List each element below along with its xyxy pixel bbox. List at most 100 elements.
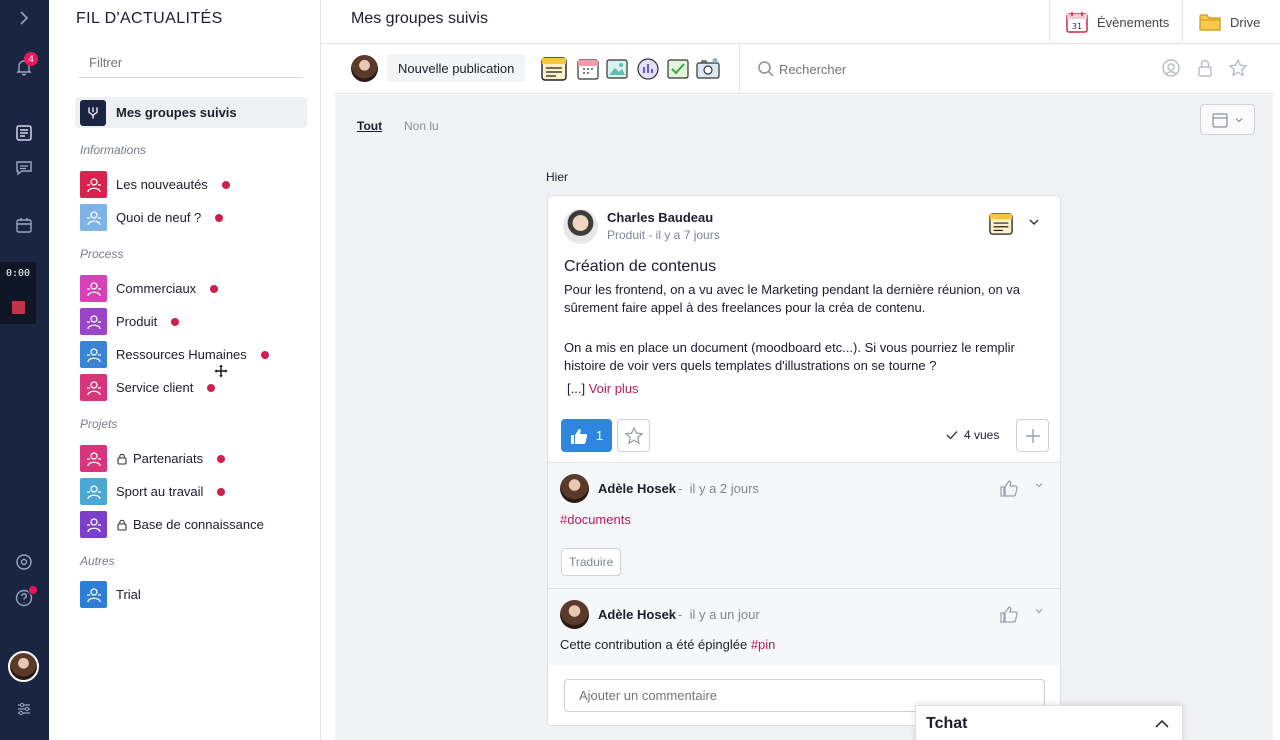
comment-author[interactable]: Adèle Hosek <box>598 481 676 496</box>
sidebar-group-item[interactable]: Trial <box>80 581 141 608</box>
sidebar-group-item[interactable]: Les nouveautés <box>80 171 230 198</box>
user-avatar[interactable] <box>8 651 39 682</box>
comment-author-avatar[interactable] <box>560 474 589 503</box>
comment-date: - il y a un jour <box>678 607 760 622</box>
sidebar-group-item[interactable]: Service client <box>80 374 216 401</box>
comment-text: #documents <box>560 512 631 527</box>
chevron-up-icon[interactable] <box>1154 716 1170 732</box>
post-options-chevron-icon[interactable] <box>1028 216 1040 228</box>
translate-button[interactable]: Traduire <box>561 548 622 576</box>
drive-button[interactable]: Drive <box>1182 0 1280 44</box>
sidebar-group-item[interactable]: Base de connaissance <box>80 511 264 538</box>
comment-text-body: Cette contribution a été épinglée <box>560 637 751 652</box>
sidebar-group-item[interactable]: Commerciaux <box>80 275 219 302</box>
task-post-icon[interactable] <box>666 57 690 81</box>
group-icon <box>80 171 107 198</box>
sidebar-item-label: Ressources Humaines <box>116 347 247 362</box>
sidebar-item-label: Service client <box>116 380 194 395</box>
timer-value: 0:00 <box>5 268 31 279</box>
group-icon <box>80 204 107 231</box>
see-more-link[interactable]: Voir plus <box>589 381 639 396</box>
unread-dot <box>207 383 216 392</box>
star-icon <box>623 425 644 444</box>
calendar-icon <box>1211 112 1228 128</box>
sliders-icon[interactable] <box>12 697 36 721</box>
search-input[interactable] <box>779 56 1079 82</box>
post-meta: Produit - il y a 7 jours <box>607 228 720 242</box>
media-post-icon[interactable] <box>696 57 720 81</box>
folder-icon <box>1199 14 1221 31</box>
settings-gear-icon[interactable] <box>1161 58 1181 78</box>
thumbs-up-icon <box>570 428 587 444</box>
post-author[interactable]: Charles Baudeau <box>607 210 713 225</box>
page-title: Mes groupes suivis <box>351 10 488 27</box>
sidebar-group-item[interactable]: Sport au travail <box>80 478 226 505</box>
chevron-down-icon[interactable] <box>1034 606 1044 616</box>
sidebar-item-label: Commerciaux <box>116 281 197 296</box>
search-icon <box>758 61 774 77</box>
timer-widget[interactable]: 0:00 <box>0 262 36 324</box>
calendar-31-icon: 31 <box>1066 12 1088 33</box>
post-toolbar: Nouvelle publication <box>335 44 1273 94</box>
sidebar-item-label: Produit <box>116 314 158 329</box>
post-author-avatar[interactable] <box>563 209 598 244</box>
article-post-icon[interactable] <box>541 56 567 82</box>
sidebar-group-item[interactable]: Produit <box>80 308 180 335</box>
comment-author[interactable]: Adèle Hosek <box>598 607 676 622</box>
sidebar-group-item[interactable]: Ressources Humaines <box>80 341 269 368</box>
sidebar-section-label: Autres <box>80 554 115 568</box>
tab-unread[interactable]: Non lu <box>404 119 439 133</box>
feed-sidebar: FIL D'ACTUALITÉS Mes groupes suivis Info… <box>49 0 321 740</box>
chevron-down-icon[interactable] <box>1034 480 1044 490</box>
hashtag-link[interactable]: #documents <box>560 512 631 527</box>
image-post-icon[interactable] <box>605 57 629 81</box>
sidebar-section-label: Projets <box>80 417 118 431</box>
sidebar-item-label: Les nouveautés <box>116 177 208 192</box>
hashtag-link[interactable]: #pin <box>751 637 776 652</box>
filter-input[interactable] <box>79 48 302 78</box>
notification-badge: 4 <box>24 52 38 66</box>
group-icon <box>80 445 107 472</box>
calendar-view-toggle[interactable] <box>1200 104 1255 135</box>
lock-icon[interactable] <box>1196 58 1214 78</box>
views-indicator: 4 vues <box>946 428 999 442</box>
stop-icon[interactable] <box>11 301 25 314</box>
thumbs-up-icon[interactable] <box>1000 605 1018 623</box>
like-button[interactable]: 1 <box>561 419 612 452</box>
sidebar-item-followed-groups[interactable]: Mes groupes suivis <box>75 97 307 128</box>
calendar-icon[interactable] <box>12 213 36 237</box>
post-card: Charles Baudeau Produit - il y a 7 jours… <box>547 195 1061 726</box>
chat-panel[interactable]: Tchat <box>915 705 1183 740</box>
poll-post-icon[interactable] <box>636 57 660 81</box>
group-icon <box>80 581 107 608</box>
messages-icon[interactable] <box>12 156 36 180</box>
comment: Adèle Hosek - il y a un jour Cette contr… <box>548 588 1060 665</box>
feed-icon[interactable] <box>12 121 36 145</box>
star-icon[interactable] <box>1228 58 1248 78</box>
comment-author-avatar[interactable] <box>560 600 589 629</box>
unread-dot <box>217 487 226 496</box>
lock-icon <box>117 453 127 465</box>
unread-dot <box>171 317 180 326</box>
sidebar-group-item[interactable]: Quoi de neuf ? <box>80 204 224 231</box>
group-icon <box>80 511 107 538</box>
add-reaction-button[interactable] <box>1016 419 1049 452</box>
comment-date-text: il y a un jour <box>689 607 760 622</box>
unread-dot <box>260 350 269 359</box>
favorite-button[interactable] <box>617 419 650 452</box>
event-post-icon[interactable] <box>576 57 600 81</box>
toolbar-divider <box>739 44 740 94</box>
expand-chevron-icon[interactable] <box>12 6 36 30</box>
new-post-button[interactable]: Nouvelle publication <box>387 54 526 82</box>
sidebar-group-item[interactable]: Partenariats <box>80 445 226 472</box>
sidebar-item-label: Mes groupes suivis <box>116 105 237 120</box>
date-separator: Hier <box>546 170 569 184</box>
events-button[interactable]: 31 Évènements <box>1049 0 1182 44</box>
ellipsis: [...] <box>567 381 586 396</box>
settings-icon[interactable] <box>12 550 36 574</box>
post-paragraph: Pour les frontend, on a vu avec le Marke… <box>564 282 1021 315</box>
thumbs-up-icon[interactable] <box>1000 479 1018 497</box>
see-more: [...] Voir plus <box>567 381 639 396</box>
article-type-icon <box>989 213 1013 235</box>
tab-all[interactable]: Tout <box>357 119 382 133</box>
